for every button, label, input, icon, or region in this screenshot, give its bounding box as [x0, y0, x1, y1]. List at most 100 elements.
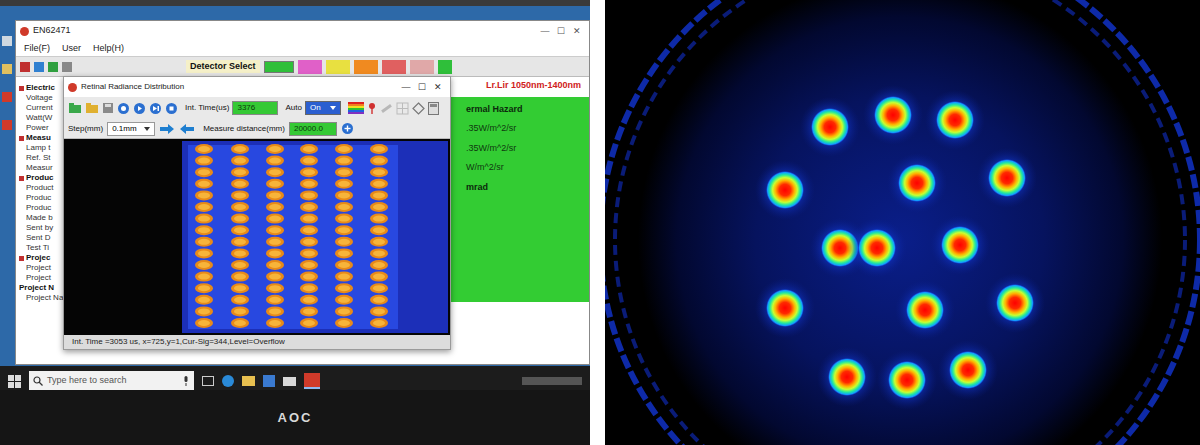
tool-icon[interactable]	[62, 62, 72, 72]
radiance-spot	[800, 97, 860, 157]
tree-item[interactable]: Project	[19, 263, 62, 273]
tree-item[interactable]: Sent D	[19, 233, 62, 243]
measure-distance-label: Measure distance(mm)	[203, 123, 285, 135]
tree-item[interactable]: Produc	[19, 173, 62, 183]
tree-item[interactable]: Made b	[19, 213, 62, 223]
mode-button[interactable]	[438, 60, 452, 74]
auto-select[interactable]: On	[305, 101, 341, 115]
open-folder-icon[interactable]	[68, 102, 82, 114]
app: EN62471—☐✕File(F)UserHelp(H)Detector Sel…	[0, 0, 1200, 445]
tool-icon[interactable]	[34, 62, 44, 72]
save-icon[interactable]	[102, 102, 114, 114]
arrow-right-icon[interactable]	[159, 123, 175, 135]
diamond-icon[interactable]	[412, 102, 425, 115]
color-scale-icon[interactable]	[348, 102, 364, 114]
window-button[interactable]: ☐	[414, 80, 430, 94]
window-button[interactable]: —	[537, 24, 553, 38]
window-button[interactable]: ✕	[430, 80, 446, 94]
measure-distance-field[interactable]: 20000.0	[289, 122, 337, 136]
radiance-spot	[887, 153, 947, 213]
microphone-icon	[182, 376, 190, 386]
dialog-title: Retinal Radiance Distribution	[81, 81, 184, 93]
pin-icon[interactable]	[367, 102, 377, 115]
radiance-map	[64, 139, 450, 335]
task-view-icon[interactable]	[202, 376, 214, 386]
tray-icons	[522, 377, 582, 385]
grid-icon[interactable]	[396, 102, 409, 115]
tool-icon[interactable]	[48, 62, 58, 72]
result-line: .35W/m^2/sr	[466, 142, 589, 156]
tree-item[interactable]: Test Ti	[19, 243, 62, 253]
tree-item[interactable]: Ref. St	[19, 153, 62, 163]
window-button[interactable]: ✕	[569, 24, 585, 38]
menu-item[interactable]: User	[62, 42, 81, 56]
tree-item[interactable]: Electric	[19, 83, 62, 93]
tree-item[interactable]: Project Na	[19, 293, 62, 303]
ruler-icon[interactable]	[380, 102, 393, 115]
step-icon[interactable]	[149, 102, 162, 115]
menu-item[interactable]: File(F)	[24, 42, 50, 56]
desktop-icon[interactable]	[2, 120, 12, 130]
radiance-spot	[847, 218, 907, 278]
result-line: .35W/m^2/sr	[466, 122, 589, 136]
tree-item[interactable]: Power	[19, 123, 62, 133]
tree-item[interactable]: Produc	[19, 193, 62, 203]
step-select[interactable]: 0.1mm	[107, 122, 155, 136]
edge-icon[interactable]	[222, 375, 234, 387]
radiance-image	[64, 139, 450, 335]
tree-item[interactable]: Current	[19, 103, 62, 113]
tree-item[interactable]: Measu	[19, 133, 62, 143]
window-controls: —☐✕	[398, 80, 446, 94]
radiance-spot	[985, 273, 1045, 333]
mode-button[interactable]	[298, 60, 322, 74]
menu-item[interactable]: Help(H)	[93, 42, 124, 56]
tree-item[interactable]: Project	[19, 273, 62, 283]
radiance-spot	[895, 280, 955, 340]
retinal-radiance-dialog: Retinal Radiance Distribution—☐✕Int. Tim…	[63, 76, 451, 350]
stop-icon[interactable]	[165, 102, 178, 115]
window-controls: —☐✕	[537, 24, 585, 38]
group-icon	[19, 256, 24, 261]
desktop-icon[interactable]	[2, 92, 12, 102]
tree-item[interactable]: Sent by	[19, 223, 62, 233]
tree-item[interactable]: Projec	[19, 253, 62, 263]
mode-button[interactable]	[382, 60, 406, 74]
record-icon[interactable]	[117, 102, 130, 115]
radiance-spot	[938, 340, 998, 400]
store-icon[interactable]	[263, 375, 275, 387]
tree-item[interactable]: Produc	[19, 203, 62, 213]
folder-icon[interactable]	[85, 102, 99, 114]
detector-select-label: Detector Select	[186, 60, 260, 74]
retinal-heatmap	[605, 0, 1200, 445]
mail-icon[interactable]	[283, 377, 296, 386]
desktop-icon[interactable]	[2, 36, 12, 46]
int-time-field[interactable]: 3376	[232, 101, 278, 115]
radiance-spot	[977, 148, 1037, 208]
play-icon[interactable]	[133, 102, 146, 115]
tool-icon[interactable]	[20, 62, 30, 72]
result-line: W/m^2/sr	[466, 161, 589, 175]
mode-button[interactable]	[326, 60, 350, 74]
desktop-icon[interactable]	[2, 64, 12, 74]
tree-item[interactable]: Lamp t	[19, 143, 62, 153]
add-icon[interactable]	[341, 122, 354, 135]
start-icon[interactable]	[8, 375, 21, 388]
tree-item[interactable]: Measur	[19, 163, 62, 173]
detector-select[interactable]	[264, 61, 294, 73]
explorer-icon[interactable]	[242, 376, 255, 386]
mode-button[interactable]	[354, 60, 378, 74]
result-panel: ermal Hazard.35W/m^2/sr.35W/m^2/srW/m^2/…	[444, 97, 589, 302]
search-box[interactable]: Type here to search	[29, 371, 194, 390]
tree-item[interactable]: Voltage	[19, 93, 62, 103]
tree-item[interactable]: Product	[19, 183, 62, 193]
mode-button[interactable]	[410, 60, 434, 74]
auto-label: Auto	[285, 102, 301, 114]
calculator-icon[interactable]	[428, 102, 439, 115]
arrow-left-icon[interactable]	[179, 123, 195, 135]
tree-item[interactable]: Watt(W	[19, 113, 62, 123]
window-button[interactable]: —	[398, 80, 414, 94]
window-button[interactable]: ☐	[553, 24, 569, 38]
heatmap-image	[605, 0, 1200, 445]
app-taskbar-icon[interactable]	[304, 373, 320, 389]
tree-item[interactable]: Project N	[19, 283, 62, 293]
